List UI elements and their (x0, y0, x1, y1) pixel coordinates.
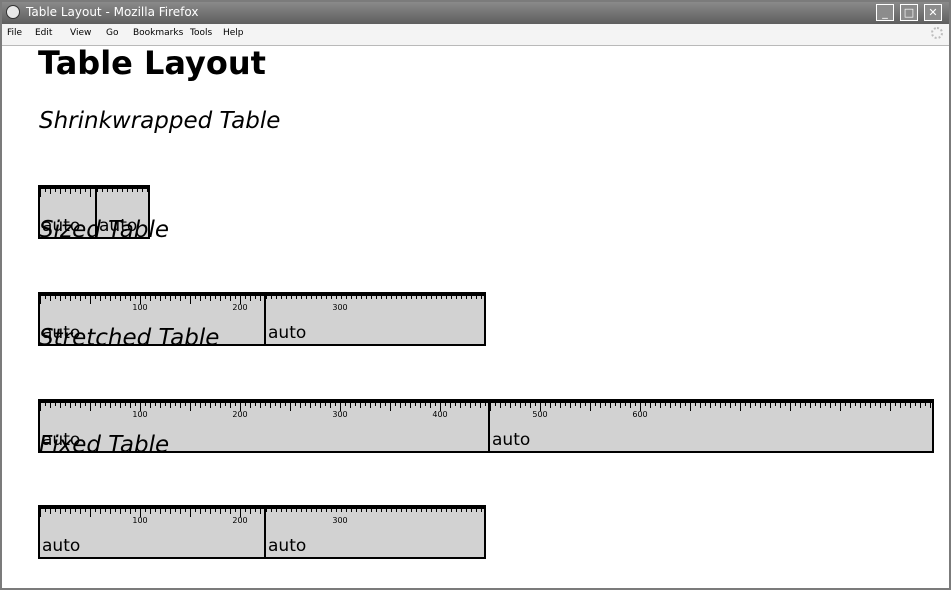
ruler-label: 300 (332, 303, 347, 312)
ruler-graphic: 300 (266, 507, 484, 525)
maximize-button[interactable]: □ (900, 4, 918, 21)
ruler-label: 100 (132, 410, 147, 419)
stretched-table: 100 200 300 400 auto 500 600 auto (38, 399, 934, 453)
ruler-graphic: 100 200 (40, 294, 264, 312)
table-cell: 100 200 auto (40, 507, 264, 557)
window-title: Table Layout - Mozilla Firefox (26, 5, 199, 19)
menu-tools[interactable]: Tools (190, 28, 212, 38)
throbber-icon (931, 27, 943, 39)
menu-bar: File Edit View Go Bookmarks Tools Help (2, 24, 949, 46)
ruler-label: 300 (332, 516, 347, 525)
ruler-label: 400 (432, 410, 447, 419)
cell-text: auto (42, 536, 81, 556)
section-heading-sized: Sized Table (39, 217, 169, 243)
menu-bookmarks[interactable]: Bookmarks (133, 28, 183, 38)
ruler-graphic: 300 (266, 294, 484, 312)
section-heading-fixed: Fixed Table (39, 432, 170, 458)
page-title: Table Layout (38, 44, 266, 82)
ruler-label: 300 (332, 410, 347, 419)
ruler-label: 500 (532, 410, 547, 419)
ruler-graphic: 500 600 (490, 401, 932, 419)
menu-file[interactable]: File (7, 28, 22, 38)
ruler-label: 600 (632, 410, 647, 419)
ruler-label: 200 (232, 303, 247, 312)
section-heading-shrinkwrapped: Shrinkwrapped Table (39, 108, 281, 134)
ruler-label: 200 (232, 516, 247, 525)
cell-text: auto (268, 323, 307, 343)
title-bar[interactable]: Table Layout - Mozilla Firefox _ □ ✕ (2, 2, 949, 24)
ruler-label: 100 (132, 303, 147, 312)
ruler-label: 200 (232, 410, 247, 419)
section-heading-stretched: Stretched Table (39, 325, 220, 351)
table-cell: 300 auto (264, 294, 484, 344)
menu-help[interactable]: Help (223, 28, 244, 38)
table-cell: 300 auto (264, 507, 484, 557)
ruler-graphic: 100 200 300 400 (40, 401, 488, 419)
menu-view[interactable]: View (70, 28, 91, 38)
cell-text: auto (492, 430, 531, 450)
ruler-graphic (40, 187, 95, 197)
minimize-button[interactable]: _ (876, 4, 894, 21)
menu-edit[interactable]: Edit (35, 28, 52, 38)
fixed-table: 100 200 auto 300 auto (38, 505, 486, 559)
close-button[interactable]: ✕ (924, 4, 942, 21)
cell-text: auto (268, 536, 307, 556)
browser-window: Table Layout - Mozilla Firefox _ □ ✕ Fil… (0, 0, 951, 590)
ruler-graphic (97, 187, 148, 192)
firefox-icon (6, 5, 20, 19)
table-cell: 500 600 auto (488, 401, 932, 451)
ruler-graphic: 100 200 (40, 507, 264, 525)
ruler-label: 100 (132, 516, 147, 525)
menu-go[interactable]: Go (106, 28, 118, 38)
